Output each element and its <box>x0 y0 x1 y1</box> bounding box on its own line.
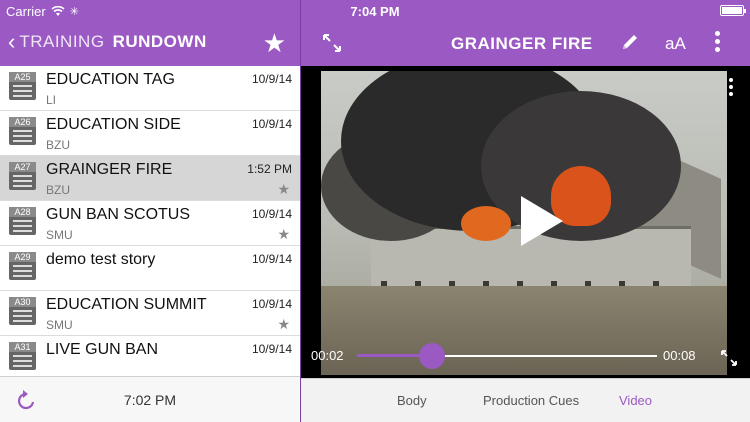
story-tab-bar: Body Production Cues Video <box>301 378 750 422</box>
favorites-star-icon[interactable]: ★ <box>263 28 286 59</box>
story-date: 10/9/14 <box>251 342 292 356</box>
section-title: RUNDOWN <box>112 32 207 51</box>
story-slug: LIVE GUN BAN <box>46 341 159 358</box>
last-updated-time: 7:02 PM <box>123 392 177 408</box>
duration-time: 00:08 <box>663 348 696 363</box>
story-number: A31 <box>9 342 36 352</box>
chevron-left-icon: ‹ <box>8 29 16 54</box>
story-reporter: BZU <box>46 183 70 197</box>
rundown-footer: 7:02 PM <box>0 376 300 422</box>
story-slug: EDUCATION SUMMIT <box>46 296 207 313</box>
video-more-options-icon[interactable] <box>729 78 733 99</box>
story-date: 10/9/14 <box>251 297 292 311</box>
battery-icon <box>720 5 746 16</box>
story-row[interactable]: A25 EDUCATION TAG LI 10/9/14 <box>0 66 300 111</box>
status-bar: Carrier ✳ 7:04 PM <box>0 0 750 22</box>
story-slug: GUN BAN SCOTUS <box>46 206 191 223</box>
story-reporter: SMU <box>46 228 73 242</box>
story-row[interactable]: A26 EDUCATION SIDE BZU 10/9/14 <box>0 111 300 156</box>
story-row[interactable]: A30 EDUCATION SUMMIT SMU 10/9/14 ★ <box>0 291 300 336</box>
story-number: A28 <box>9 207 36 217</box>
story-slug: GRAINGER FIRE <box>46 161 173 178</box>
video-scrubber: 00:02 00:08 <box>301 343 750 369</box>
document-icon: A28 <box>9 207 36 235</box>
document-icon: A30 <box>9 297 36 325</box>
story-slug: EDUCATION TAG <box>46 71 175 88</box>
story-date: 10/9/14 <box>251 207 292 221</box>
story-list: A25 EDUCATION TAG LI 10/9/14 A26 EDUCATION SI… <box>0 66 300 376</box>
star-icon[interactable]: ★ <box>277 226 290 243</box>
story-title: GRAINGER FIRE <box>451 34 593 53</box>
tab-video[interactable]: Video <box>619 393 652 408</box>
star-icon[interactable]: ★ <box>277 316 290 333</box>
status-time: 7:04 PM <box>350 4 400 19</box>
story-number: A30 <box>9 297 36 307</box>
rundown-nav-bar: ‹ TRAINING RUNDOWN ★ <box>0 22 300 66</box>
story-date: 10/9/14 <box>251 72 292 86</box>
story-slug: EDUCATION SIDE <box>46 116 181 133</box>
video-frame[interactable] <box>321 71 727 375</box>
story-row[interactable]: A31 LIVE GUN BAN 10/9/14 <box>0 336 300 376</box>
story-row[interactable]: A27 GRAINGER FIRE BZU 1:52 PM ★ <box>0 156 300 201</box>
document-icon: A29 <box>9 252 36 280</box>
story-date: 10/9/14 <box>251 117 292 131</box>
expand-icon[interactable] <box>321 32 343 54</box>
story-date: 10/9/14 <box>251 252 292 266</box>
document-icon: A27 <box>9 162 36 190</box>
more-options-icon[interactable] <box>715 31 721 53</box>
play-icon[interactable] <box>521 196 563 246</box>
story-nav-bar: GRAINGER FIRE aA <box>301 22 750 66</box>
fullscreen-icon[interactable] <box>719 348 739 368</box>
document-icon: A31 <box>9 342 36 370</box>
text-size-button[interactable]: aA <box>665 34 686 54</box>
story-slug: demo test story <box>46 251 156 268</box>
story-number: A26 <box>9 117 36 127</box>
tab-body[interactable]: Body <box>397 393 427 408</box>
back-label: TRAINING <box>19 32 105 51</box>
story-row[interactable]: A28 GUN BAN SCOTUS SMU 10/9/14 ★ <box>0 201 300 246</box>
story-reporter: BZU <box>46 138 70 152</box>
pencil-icon[interactable] <box>619 31 641 53</box>
tab-production-cues[interactable]: Production Cues <box>483 393 579 408</box>
story-date: 1:52 PM <box>247 162 292 176</box>
story-reporter: LI <box>46 93 57 107</box>
story-reporter: SMU <box>46 318 73 332</box>
elapsed-time: 00:02 <box>311 348 344 363</box>
document-icon: A26 <box>9 117 36 145</box>
video-player: 00:02 00:08 <box>301 66 750 378</box>
scrub-handle[interactable] <box>419 343 445 369</box>
story-number: A25 <box>9 72 36 82</box>
story-number: A29 <box>9 252 36 262</box>
story-number: A27 <box>9 162 36 172</box>
back-button[interactable]: ‹ TRAINING RUNDOWN <box>8 29 207 54</box>
story-row[interactable]: A29 demo test story 10/9/14 <box>0 246 300 291</box>
star-icon[interactable]: ★ <box>277 181 290 198</box>
document-icon: A25 <box>9 72 36 100</box>
